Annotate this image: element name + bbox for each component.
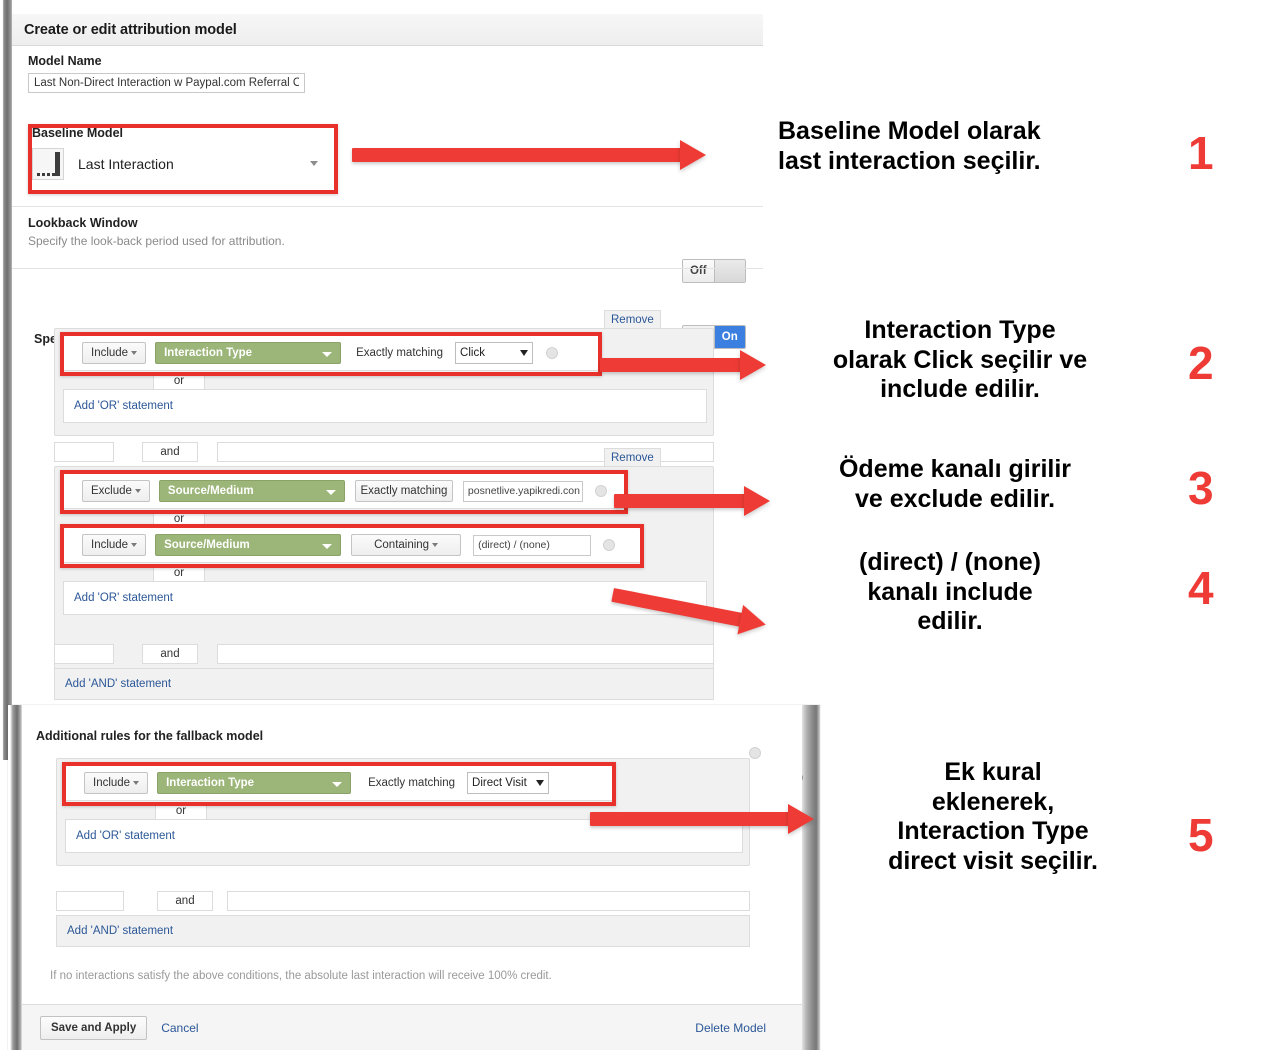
and-tab-1: and <box>142 442 198 462</box>
chevron-down-icon <box>131 351 138 355</box>
and-tab-2: and <box>142 644 198 664</box>
chevron-down-icon <box>310 161 318 166</box>
rule-2-mode-button[interactable]: Exclude <box>82 480 150 502</box>
dialog-titlebar: Create or edit attribution model <box>12 14 763 46</box>
window-left-edge-lower <box>8 705 22 1050</box>
step-number-5: 5 <box>1188 809 1214 861</box>
add-and-statement-1[interactable]: Add 'AND' statement <box>54 668 714 700</box>
and-stub-left-1 <box>54 442 114 462</box>
fallback-section: Additional rules for the fallback model … <box>22 705 802 1050</box>
chevron-down-icon <box>325 490 336 495</box>
lookback-window-sub: Specify the look-back period used for at… <box>28 234 285 248</box>
model-name-group: Model Name <box>28 54 305 93</box>
fallback-dimension-select[interactable]: Interaction Type <box>157 772 352 794</box>
and-stub-left-2 <box>54 644 114 664</box>
annotation-5: Ek kural eklenerek, Interaction Type dir… <box>888 758 1098 875</box>
fallback-note: If no interactions satisfy the above con… <box>50 970 552 982</box>
fallback-add-and-statement[interactable]: Add 'AND' statement <box>56 915 750 947</box>
annotation-1: Baseline Model olarak last interaction s… <box>778 117 1041 175</box>
fallback-and-tab: and <box>157 891 213 911</box>
annotation-4: (direct) / (none) kanalı include edilir. <box>859 548 1041 635</box>
model-name-input[interactable] <box>28 73 305 93</box>
or-tab-1: or <box>153 372 205 390</box>
lookback-window-label: Lookback Window <box>28 216 138 230</box>
chevron-down-icon <box>133 781 140 785</box>
divider-1 <box>12 206 763 207</box>
chevron-down-icon <box>332 782 343 787</box>
rule-row-2: Exclude Source/Medium Exactly matching p… <box>63 473 625 509</box>
baseline-model-group: Baseline Model Last Interaction <box>28 124 338 192</box>
save-and-apply-button[interactable]: Save and Apply <box>40 1015 148 1040</box>
lookback-toggle-knob <box>713 260 745 282</box>
and-stub-right-2 <box>217 644 714 664</box>
fallback-or-tab: or <box>155 802 207 820</box>
step-number-2: 2 <box>1188 337 1214 389</box>
rule-2-operator-button[interactable]: Exactly matching <box>354 480 453 502</box>
baseline-model-label: Baseline Model <box>32 126 123 140</box>
lookback-toggle-label: Off <box>683 260 714 282</box>
rule-3-dimension-select[interactable]: Source/Medium <box>155 534 342 556</box>
dialog-title: Create or edit attribution model <box>24 21 237 38</box>
window-right-edge-lower <box>802 705 820 1050</box>
fallback-and-stub-right <box>227 891 750 911</box>
fallback-rule-row: Include Interaction Type Exactly matchin… <box>65 765 613 801</box>
rule-row-3: Include Source/Medium Containing (direct… <box>63 527 641 563</box>
chevron-down-icon <box>322 544 333 549</box>
fallback-value-select[interactable]: Direct Visit <box>467 772 550 794</box>
remove-rule-2-button[interactable]: Remove <box>604 448 661 466</box>
window-left-edge <box>0 0 12 760</box>
lookback-toggle[interactable]: Off <box>682 259 746 283</box>
add-or-statement-1[interactable]: Add 'OR' statement <box>63 389 707 423</box>
fallback-heading: Additional rules for the fallback model <box>36 729 264 743</box>
step-number-1: 1 <box>1188 127 1214 179</box>
rule-1-clear-icon[interactable] <box>546 347 559 359</box>
cancel-link[interactable]: Cancel <box>161 1021 198 1035</box>
chevron-down-icon <box>432 543 439 547</box>
step-number-3: 3 <box>1188 462 1214 514</box>
fallback-mode-button[interactable]: Include <box>84 772 149 794</box>
delete-model-link[interactable]: Delete Model <box>695 1021 766 1035</box>
chevron-down-icon <box>322 352 333 357</box>
rule-3-clear-icon[interactable] <box>603 539 616 551</box>
rule-2-value-input[interactable]: posnetlive.yapikredi.con <box>462 480 583 502</box>
fallback-remove-icon[interactable] <box>749 747 761 759</box>
baseline-model-value: Last Interaction <box>78 156 174 172</box>
rule-2-dimension-select[interactable]: Source/Medium <box>158 480 345 502</box>
step-number-4: 4 <box>1188 562 1214 614</box>
annotation-2: Interaction Type olarak Click seçilir ve… <box>832 316 1088 403</box>
model-name-label: Model Name <box>28 54 102 68</box>
dialog-footer: Save and Apply Cancel Delete Model <box>22 1004 802 1050</box>
attribution-model-dialog: Create or edit attribution model Model N… <box>0 0 763 760</box>
chevron-down-icon <box>131 543 138 547</box>
fallback-operator: Exactly matching <box>368 777 456 789</box>
rule-1-dimension-select[interactable]: Interaction Type <box>155 342 342 364</box>
chevron-down-icon <box>536 780 545 786</box>
or-tab-2: or <box>153 510 205 528</box>
rule-3-operator-button[interactable]: Containing <box>351 534 462 556</box>
add-or-statement-2[interactable]: Add 'OR' statement <box>63 581 707 615</box>
rule-group-1: Include Interaction Type Exactly matchin… <box>54 328 714 436</box>
annotation-3: Ödeme kanalı girilir ve exclude edilir. <box>838 455 1072 513</box>
baseline-model-select[interactable]: Last Interaction <box>32 144 326 184</box>
rule-1-mode-button[interactable]: Include <box>82 342 147 364</box>
attribution-model-dialog-lower: 3.9 Additional rules for the fallback mo… <box>8 705 820 1050</box>
remove-rule-1-button[interactable]: Remove <box>604 310 661 328</box>
or-tab-3: or <box>153 564 205 582</box>
rule-1-value-select[interactable]: Click <box>455 342 534 364</box>
chevron-down-icon <box>134 489 141 493</box>
last-interaction-bar-icon <box>32 148 64 180</box>
credit-toggle-label: On <box>714 326 745 348</box>
rule-3-value-input[interactable]: (direct) / (none) <box>473 534 592 556</box>
rule-1-operator: Exactly matching <box>356 347 444 359</box>
rule-2-clear-icon[interactable] <box>594 485 607 497</box>
divider-2 <box>12 268 763 269</box>
fallback-and-stub-left <box>56 891 124 911</box>
chevron-down-icon <box>520 350 529 356</box>
rule-3-mode-button[interactable]: Include <box>82 534 147 556</box>
rule-row-1: Include Interaction Type Exactly matchin… <box>63 335 599 371</box>
